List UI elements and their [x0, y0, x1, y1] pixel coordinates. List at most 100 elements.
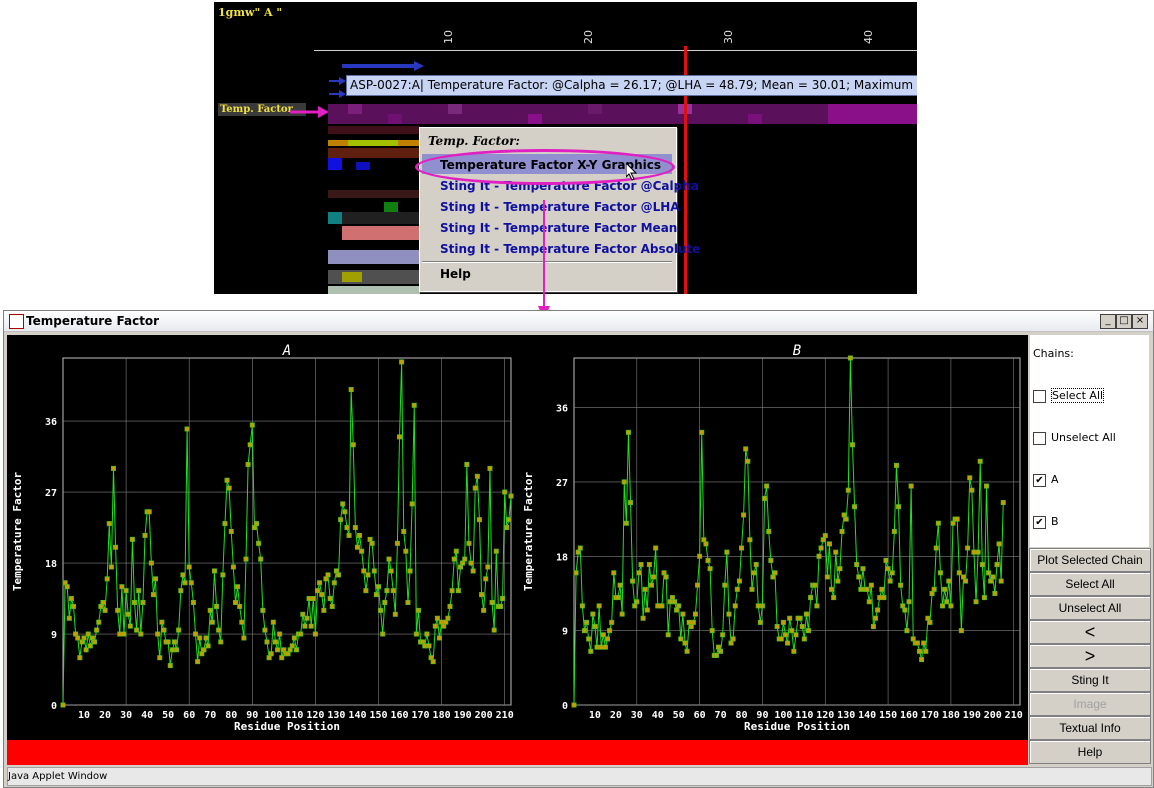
data-point [797, 615, 803, 621]
y-tick-label: 9 [51, 630, 57, 641]
data-point [243, 556, 249, 562]
data-point [705, 557, 711, 563]
data-point [983, 483, 989, 489]
data-point [575, 549, 581, 555]
data-point [663, 574, 669, 580]
data-point [745, 458, 751, 464]
x-tick-label: 140 [858, 710, 876, 721]
checkbox-chain-b[interactable]: ✔ B [1033, 515, 1059, 529]
data-point [977, 458, 983, 464]
ruler-line [314, 50, 917, 51]
data-point [757, 619, 763, 625]
previous-button[interactable]: < [1029, 620, 1151, 644]
data-point [298, 631, 304, 637]
mouse-cursor-icon [626, 163, 638, 181]
data-point [617, 582, 623, 588]
plot-selected-chain-button[interactable]: Plot Selected Chain [1029, 548, 1151, 572]
data-point [230, 564, 236, 570]
data-point [64, 584, 70, 590]
data-point [667, 599, 673, 605]
sequence-viewer[interactable]: 1gmw" A " 10 20 30 40 Temp. Factor ASP-0… [214, 2, 917, 294]
data-point [852, 504, 858, 510]
next-button[interactable]: > [1029, 644, 1151, 668]
checkbox-chain-a[interactable]: ✔ A [1033, 473, 1059, 487]
data-point [883, 557, 889, 563]
data-point [77, 655, 83, 661]
data-point [411, 402, 417, 408]
ruler-tick: 10 [442, 30, 455, 44]
help-button[interactable]: Help [1029, 740, 1151, 764]
data-point [361, 568, 367, 574]
checkbox-select-all[interactable]: Select All [1033, 388, 1105, 403]
data-point [171, 639, 177, 645]
y-tick-label: 0 [562, 701, 568, 712]
data-point [623, 520, 629, 526]
data-point [808, 595, 814, 601]
data-point [115, 607, 121, 613]
data-point [621, 479, 627, 485]
y-axis-label: Temperature Factor [522, 472, 535, 592]
data-point [701, 537, 707, 543]
menu-item-sting-mean[interactable]: Sting It - Temperature Factor Mean [440, 221, 677, 235]
minimize-button[interactable]: _ [1100, 314, 1116, 329]
data-point [237, 603, 243, 609]
data-point [730, 636, 736, 642]
data-point [674, 607, 680, 613]
data-point [619, 611, 625, 617]
data-point [489, 599, 495, 605]
menu-item-sting-lha[interactable]: Sting It - Temperature Factor @LHA [440, 200, 680, 214]
textual-info-button[interactable]: Textual Info [1029, 716, 1151, 740]
data-point [382, 599, 388, 605]
data-point [241, 635, 247, 641]
data-point [102, 607, 108, 613]
data-point [981, 595, 987, 601]
data-point [134, 627, 140, 633]
data-point [340, 501, 346, 507]
temp-factor-track[interactable] [328, 104, 917, 124]
data-point [321, 607, 327, 613]
data-point [831, 595, 837, 601]
maximize-button[interactable]: □ [1116, 314, 1132, 329]
temperature-factor-window: Temperature Factor _ □ × 10 20 30 40 50 60 70 8… [3, 310, 1154, 788]
menu-item-sting-absolute[interactable]: Sting It - Temperature Factor Absolute [440, 242, 700, 256]
title-bar[interactable]: Temperature Factor _ □ × [4, 311, 1153, 332]
data-point [153, 576, 159, 582]
data-point [472, 485, 478, 491]
data-point [881, 595, 887, 601]
select-all-button[interactable]: Select All [1029, 572, 1151, 596]
close-button[interactable]: × [1132, 314, 1148, 329]
data-point [277, 631, 283, 637]
data-point [785, 640, 791, 646]
data-point [759, 603, 765, 609]
data-point [625, 429, 631, 435]
data-point [908, 483, 914, 489]
data-point [359, 548, 365, 554]
menu-item-help[interactable]: Help [440, 267, 471, 281]
ruler-tick: 30 [722, 30, 735, 44]
checkbox-label: Unselect All [1051, 431, 1116, 444]
y-tick-label: 9 [562, 627, 568, 638]
x-tick-label: 160 [390, 710, 408, 721]
viewer-title: 1gmw" A " [218, 6, 283, 19]
data-point [642, 586, 648, 592]
data-point [96, 619, 102, 625]
checkbox-icon[interactable] [1033, 431, 1046, 445]
checkmark-icon[interactable]: ✔ [1033, 515, 1046, 529]
checkmark-icon[interactable]: ✔ [1033, 473, 1046, 487]
unselect-all-button[interactable]: Unselect All [1029, 596, 1151, 620]
data-point [651, 574, 657, 580]
data-point [451, 556, 457, 562]
chart-title: B [793, 343, 801, 359]
image-button[interactable]: Image [1029, 692, 1151, 716]
data-point [310, 596, 316, 602]
y-tick-label: 27 [556, 478, 568, 489]
sting-it-button[interactable]: Sting It [1029, 668, 1151, 692]
data-point [963, 578, 969, 584]
data-point [325, 572, 331, 578]
data-point [847, 355, 853, 361]
data-point [182, 580, 188, 586]
checkbox-unselect-all[interactable]: Unselect All [1033, 431, 1116, 445]
data-point [628, 500, 634, 506]
x-tick-label: 10 [78, 710, 90, 721]
checkbox-icon[interactable] [1033, 389, 1046, 403]
